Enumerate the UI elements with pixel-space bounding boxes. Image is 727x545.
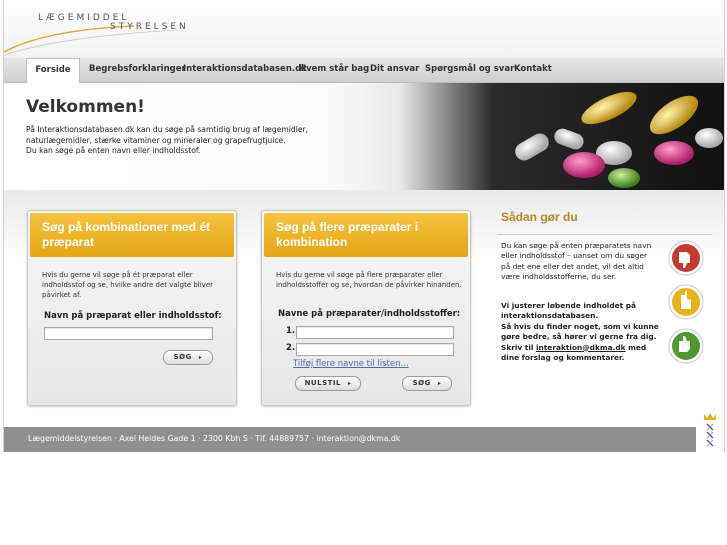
content-area: Søg på kombinationer med ét præparat Hvi…: [4, 190, 724, 427]
footer-address: Lægemiddelstyrelsen · Axel Heides Gade 1…: [28, 434, 401, 443]
welcome-text: På Interaktionsdatabasen.dk kan du søge …: [26, 125, 371, 157]
welcome-paragraph-1: På Interaktionsdatabasen.dk kan du søge …: [26, 125, 309, 145]
multi-search-button[interactable]: SØG ▸: [402, 376, 452, 391]
feedback-text: Vi justerer løbende indholdet på interak…: [501, 301, 661, 363]
header: LÆGEMIDDEL STYRELSEN: [4, 0, 724, 58]
nav-item-begrebsforklaringer[interactable]: Begrebsforklaringer: [89, 58, 186, 82]
thumb-down-icon: [668, 240, 704, 276]
welcome-paragraph-2: Du kan søge på enten navn eller indholds…: [26, 146, 201, 155]
nav-item-dit-ansvar[interactable]: Dit ansvar: [370, 58, 419, 82]
add-more-names-link[interactable]: Tilføj flere navne til listen...: [293, 359, 409, 369]
single-search-button-label: SØG: [173, 353, 192, 361]
logo-text-bottom: STYRELSEN: [110, 22, 189, 32]
welcome-heading: Velkommen!: [26, 97, 145, 117]
feedback-line-2: Så hvis du finder noget, som vi kunne gø…: [501, 322, 661, 364]
multi-search-button-label: SØG: [412, 379, 431, 387]
single-search-box: Søg på kombinationer med ét præparat Hvi…: [27, 210, 237, 406]
arrow-right-icon: ▸: [437, 380, 442, 387]
single-search-button[interactable]: SØG ▸: [163, 350, 213, 365]
single-search-label: Navn på præparat eller indholdsstof:: [44, 311, 222, 321]
page-frame: LÆGEMIDDEL STYRELSEN Forside Begrebsfork…: [3, 0, 725, 452]
crown-emblem-icon: [696, 413, 724, 452]
single-search-title: Søg på kombinationer med ét præparat: [42, 220, 211, 249]
single-search-input[interactable]: [44, 327, 213, 340]
feedback-email-link[interactable]: interaktion@dkma.dk: [536, 343, 626, 352]
hero-banner: Velkommen! På Interaktionsdatabasen.dk k…: [4, 83, 724, 190]
help-heading: Sådan gør du: [501, 210, 578, 224]
multi-search-title: Søg på flere præparater i kombination: [276, 220, 419, 249]
multi-search-input-1[interactable]: [296, 326, 454, 339]
feedback-line-1: Vi justerer løbende indholdet på interak…: [501, 301, 637, 321]
multi-search-description: Hvis du gerne vil søge på flere præparat…: [276, 271, 462, 289]
pills-image-icon: [515, 91, 723, 188]
nav-item-spoergsmaal-og-svar[interactable]: Spørgsmål og svar: [425, 58, 514, 82]
help-text: Du kan søge på enten præparatets navn el…: [501, 241, 652, 282]
reset-button-label: NULSTIL: [304, 379, 341, 387]
field-number-2: 2.: [286, 343, 296, 353]
reset-button[interactable]: NULSTIL ▸: [295, 376, 361, 391]
multi-search-box: Søg på flere præparater i kombination Hv…: [261, 210, 471, 406]
help-divider: [497, 234, 712, 235]
nav-item-hvem-staar-bag[interactable]: Hvem står bag: [299, 58, 369, 82]
field-number-1: 1.: [286, 326, 296, 336]
arrow-right-icon: ▸: [198, 354, 203, 361]
multi-search-label: Navne på præparater/indholdsstoffer:: [278, 309, 461, 319]
footer: Lægemiddelstyrelsen · Axel Heides Gade 1…: [4, 427, 696, 452]
logo[interactable]: LÆGEMIDDEL STYRELSEN: [4, 0, 264, 58]
thumb-up-icon: [668, 328, 704, 364]
single-search-description: Hvis du gerne vil søge på ét præparat el…: [42, 271, 214, 299]
nav-item-interaktionsdatabasen[interactable]: Interaktionsdatabasen.dk: [183, 58, 307, 82]
thumb-sideways-icon: [668, 284, 704, 320]
multi-search-input-2[interactable]: [296, 343, 454, 356]
nav-item-kontakt[interactable]: Kontakt: [514, 58, 552, 82]
main-navigation: Forside Begrebsforklaringer Interaktions…: [4, 58, 724, 84]
arrow-right-icon: ▸: [347, 380, 352, 387]
single-search-header: Søg på kombinationer med ét præparat: [30, 213, 234, 257]
nav-item-forside[interactable]: Forside: [26, 58, 80, 84]
multi-search-header: Søg på flere præparater i kombination: [264, 213, 468, 257]
